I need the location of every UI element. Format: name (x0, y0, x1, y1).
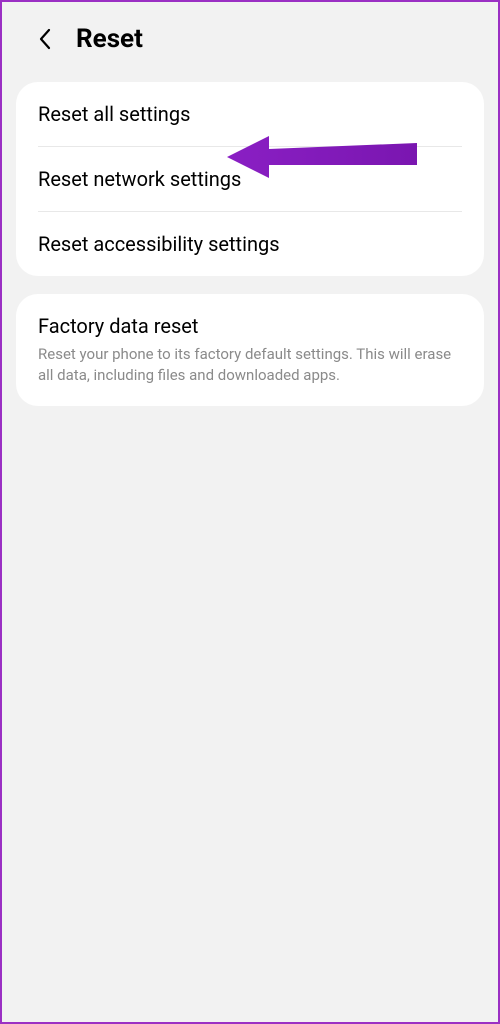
page-title: Reset (76, 24, 143, 54)
list-item-label: Factory data reset (38, 314, 462, 338)
list-item-subtitle: Reset your phone to its factory default … (38, 344, 462, 386)
list-item-label: Reset all settings (38, 102, 462, 126)
settings-group-1: Reset all settings Reset network setting… (16, 82, 484, 276)
factory-data-reset[interactable]: Factory data reset Reset your phone to i… (16, 294, 484, 406)
reset-network-settings[interactable]: Reset network settings (16, 147, 484, 211)
reset-all-settings[interactable]: Reset all settings (16, 82, 484, 146)
header: Reset (2, 2, 498, 76)
list-item-label: Reset network settings (38, 167, 462, 191)
chevron-left-icon (38, 27, 54, 51)
settings-group-2: Factory data reset Reset your phone to i… (16, 294, 484, 406)
reset-accessibility-settings[interactable]: Reset accessibility settings (16, 212, 484, 276)
list-item-label: Reset accessibility settings (38, 232, 462, 256)
back-button[interactable] (34, 27, 58, 51)
